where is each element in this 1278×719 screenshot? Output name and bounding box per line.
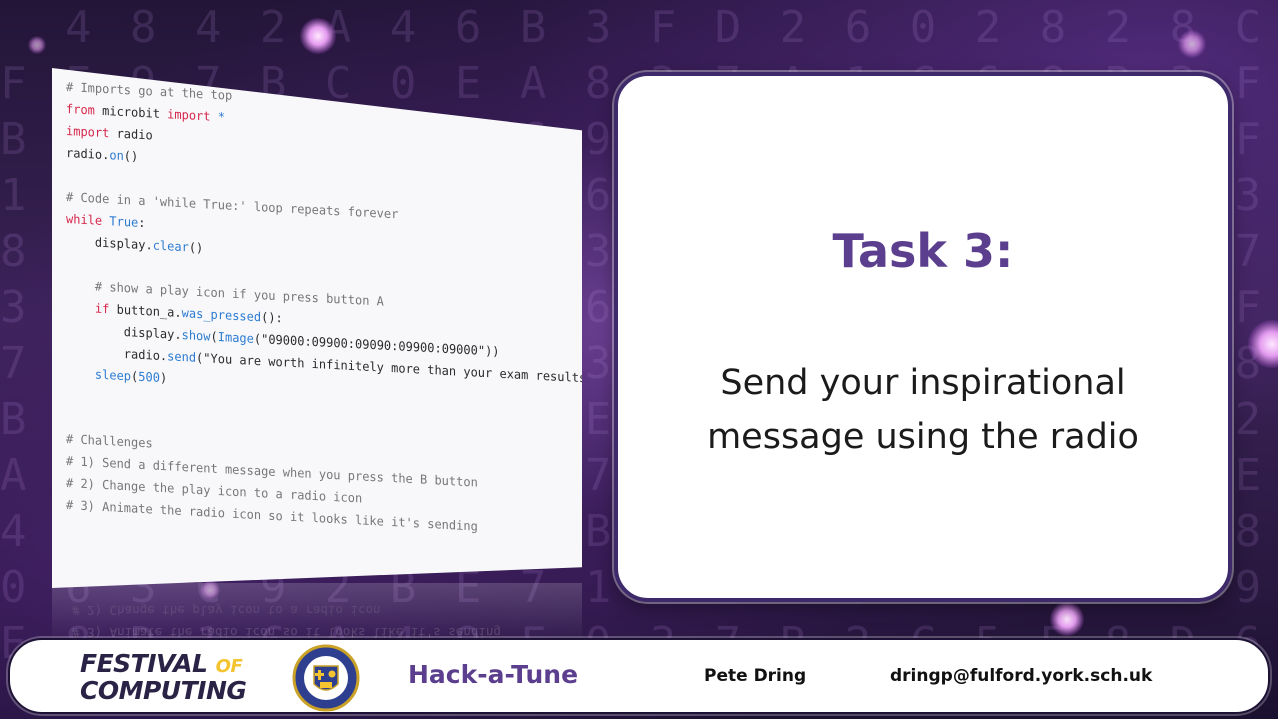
logo-word-computing: COMPUTING xyxy=(80,676,247,705)
school-crest-icon xyxy=(292,644,360,712)
reflection-line: # 2) Change the play icon to a radio ico… xyxy=(72,603,381,618)
bokeh-light xyxy=(1178,30,1206,58)
bokeh-light xyxy=(1050,602,1084,636)
event-name: Hack-a-Tune xyxy=(408,660,579,689)
task-description: Send your inspirational message using th… xyxy=(707,363,1139,457)
slide: 4 8 4 2 A 4 6 B 3 F D 2 6 0 2 8 2 8 C A … xyxy=(0,0,1278,719)
bokeh-light xyxy=(28,36,46,54)
logo-word-of: OF xyxy=(215,656,243,677)
bokeh-light xyxy=(300,18,336,54)
festival-of-computing-logo: FESTIVAL OF COMPUTING xyxy=(80,649,280,705)
presenter-name: Pete Dring xyxy=(704,666,807,686)
code-panel: # Imports go at the top from microbit im… xyxy=(52,68,582,588)
presenter-email: dringp@fulford.york.sch.uk xyxy=(890,666,1153,686)
logo-word-festival: FESTIVAL xyxy=(80,649,208,678)
task-card: Task 3: Send your inspirational message … xyxy=(614,72,1232,602)
code-listing: # Imports go at the top from microbit im… xyxy=(66,76,582,542)
task-title: Task 3: xyxy=(832,224,1014,278)
code-reflection: # 3) Animate the radio icon so it looks … xyxy=(52,583,582,643)
footer-bar: FESTIVAL OF COMPUTING Hack-a-Tune Pete D… xyxy=(8,638,1270,714)
